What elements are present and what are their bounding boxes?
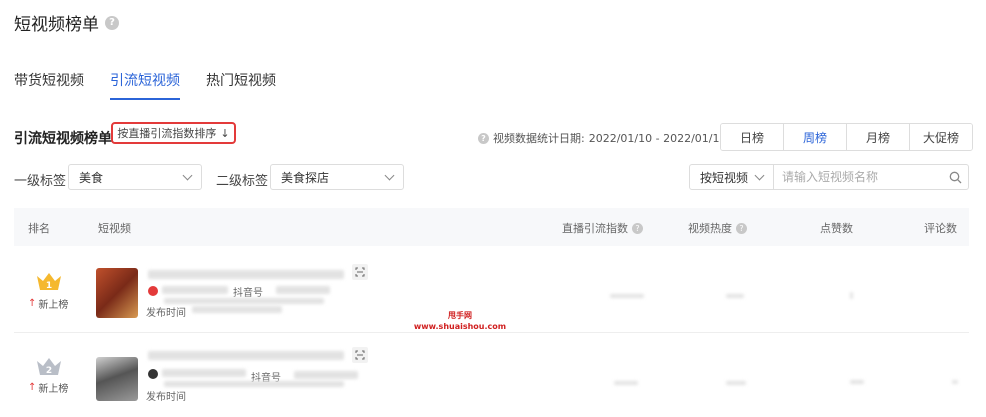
platform-label: 抖音号	[233, 288, 263, 299]
period-monthly[interactable]: 月榜	[847, 124, 910, 150]
video-thumbnail[interactable]	[96, 268, 138, 318]
level2-select[interactable]: 美食探店	[270, 164, 404, 190]
help-icon[interactable]: ?	[105, 15, 119, 30]
table-header: 排名 短视频 直播引流指数 ? 视频热度 ? 点赞数 评论数	[14, 208, 969, 246]
likes-blurred	[850, 292, 853, 299]
video-thumbnail[interactable]	[96, 357, 138, 401]
help-icon[interactable]: ?	[478, 132, 489, 144]
chevron-down-icon	[182, 170, 193, 181]
watermark-line2: www.shuaishou.com	[413, 322, 507, 331]
chevron-down-icon	[754, 170, 765, 181]
sort-label: 按直播引流指数排序	[117, 127, 217, 140]
publish-time-label: 发布时间	[146, 308, 186, 319]
live-index-blurred	[614, 381, 638, 385]
rank-number: 1	[46, 281, 52, 291]
level2-label: 二级标签	[216, 174, 269, 189]
period-switch: 日榜 周榜 月榜 大促榜	[720, 123, 973, 151]
th-likes[interactable]: 点赞数	[820, 220, 853, 236]
tab-bar: 带货短视频 引流短视频 热门短视频	[14, 70, 276, 100]
level1-label: 一级标签	[14, 174, 67, 189]
avatar	[148, 369, 158, 379]
chevron-down-icon	[384, 170, 395, 181]
period-promo[interactable]: 大促榜	[910, 124, 972, 150]
period-weekly[interactable]: 周榜	[784, 124, 847, 150]
search-bar: 按短视频	[689, 164, 969, 190]
comments-blurred	[952, 380, 958, 384]
heat-blurred	[726, 381, 746, 385]
level1-select[interactable]: 美食	[68, 164, 202, 190]
video-title-blurred	[148, 270, 344, 279]
publish-time-label: 发布时间	[146, 392, 186, 403]
help-icon[interactable]: ?	[736, 222, 747, 234]
tags-blurred	[164, 298, 324, 304]
th-rank: 排名	[28, 222, 50, 235]
watermark: 甩手网 www.shuaishou.com	[400, 310, 520, 332]
th-video: 短视频	[98, 222, 131, 235]
tab-hot-videos[interactable]: 热门短视频	[206, 70, 276, 100]
th-heat[interactable]: 视频热度 ?	[688, 220, 747, 236]
rank-status: ↑ 新上榜	[28, 296, 68, 311]
arrow-up-icon: ↑	[28, 382, 37, 393]
watermark-line1: 甩手网	[448, 311, 472, 320]
search-type-value: 按短视频	[700, 170, 749, 185]
arrow-down-icon: ↓	[220, 126, 230, 140]
table-row[interactable]: 2 ↑ 新上榜 抖音号 发布时间	[14, 333, 969, 417]
rank-gold-crown-icon: 1	[37, 273, 61, 291]
heat-blurred	[726, 294, 744, 298]
rank-status: ↑ 新上榜	[28, 380, 68, 395]
th-live-index-label: 直播引流指数	[562, 222, 628, 235]
expand-icon[interactable]	[352, 347, 368, 363]
publish-time-blurred	[192, 306, 282, 313]
date-range: 2022/01/10 - 2022/01/16	[588, 131, 727, 145]
rank-status-text: 新上榜	[38, 384, 69, 395]
level1-value: 美食	[79, 170, 104, 185]
rank-silver-crown-icon: 2	[37, 358, 61, 376]
tab-selling-videos[interactable]: 带货短视频	[14, 70, 84, 100]
section-title: 引流短视频榜单	[14, 131, 112, 147]
sort-button[interactable]: 按直播引流指数排序 ↓	[111, 122, 236, 144]
th-comments[interactable]: 评论数	[924, 220, 957, 236]
page-title-text: 短视频榜单	[14, 15, 99, 35]
th-heat-label: 视频热度	[688, 222, 732, 235]
rank-status-text: 新上榜	[38, 300, 69, 311]
search-input[interactable]	[774, 165, 942, 189]
tab-traffic-videos[interactable]: 引流短视频	[110, 70, 180, 100]
author-blurred	[162, 369, 246, 377]
search-type-select[interactable]: 按短视频	[690, 165, 774, 189]
account-blurred	[294, 371, 358, 379]
th-live-index[interactable]: 直播引流指数 ?	[562, 220, 643, 236]
level2-value: 美食探店	[281, 170, 330, 185]
help-icon[interactable]: ?	[632, 222, 643, 234]
account-blurred	[276, 286, 330, 294]
date-label: 视频数据统计日期:	[493, 132, 585, 145]
period-daily[interactable]: 日榜	[721, 124, 784, 150]
date-info: ? 视频数据统计日期: 2022/01/10 - 2022/01/16	[478, 130, 726, 146]
rank-number: 2	[46, 366, 52, 376]
tags-blurred	[164, 381, 344, 387]
arrow-up-icon: ↑	[28, 298, 37, 309]
expand-icon[interactable]	[352, 264, 368, 280]
search-icon[interactable]	[942, 165, 968, 189]
live-index-blurred	[610, 294, 644, 298]
page-title: 短视频榜单 ?	[14, 10, 119, 35]
avatar	[148, 286, 158, 296]
video-title-blurred	[148, 351, 344, 360]
author-blurred	[162, 286, 228, 294]
likes-blurred	[850, 380, 864, 384]
